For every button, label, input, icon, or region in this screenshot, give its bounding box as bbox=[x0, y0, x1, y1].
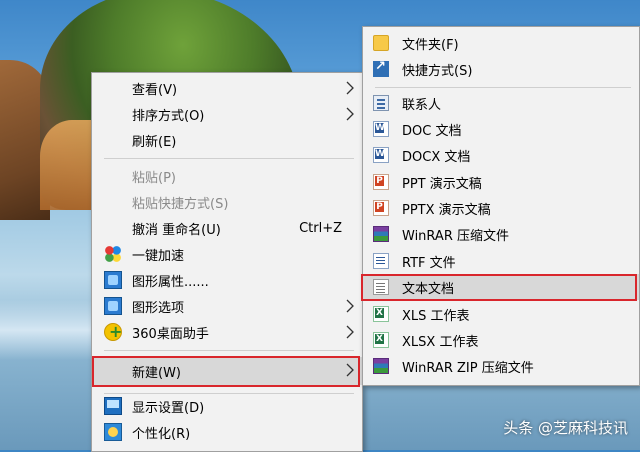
menu-item-graphics-options[interactable]: 图形选项 bbox=[92, 293, 362, 319]
submenu-item-docx[interactable]: DOCX 文档 bbox=[363, 142, 639, 168]
submenu-item-label: RTF 文件 bbox=[402, 255, 456, 271]
submenu-item-xls[interactable]: XLS 工作表 bbox=[363, 301, 639, 327]
menu-item-undo-rename[interactable]: 撤消 重命名(U) Ctrl+Z bbox=[92, 215, 362, 241]
menu-item-personalize[interactable]: 个性化(R) bbox=[92, 419, 362, 445]
excel-icon bbox=[373, 332, 389, 348]
menu-item-sort[interactable]: 排序方式(O) bbox=[92, 101, 362, 127]
chevron-right-icon bbox=[346, 81, 354, 95]
submenu-item-label: 联系人 bbox=[402, 97, 442, 113]
submenu-item-winrar-zip[interactable]: WinRAR ZIP 压缩文件 bbox=[363, 353, 639, 379]
submenu-item-pptx[interactable]: PPTX 演示文稿 bbox=[363, 195, 639, 221]
highlight-box-new bbox=[92, 356, 360, 387]
menu-item-paste[interactable]: 粘贴(P) bbox=[92, 163, 362, 189]
display-icon bbox=[104, 397, 122, 415]
folder-icon bbox=[373, 35, 389, 51]
highlight-box-text-document bbox=[361, 274, 637, 301]
submenu-item-label: PPTX 演示文稿 bbox=[402, 202, 491, 218]
personalize-icon bbox=[104, 423, 122, 441]
submenu-item-folder[interactable]: 文件夹(F) bbox=[363, 30, 639, 56]
menu-item-label: 查看(V) bbox=[132, 82, 178, 98]
submenu-item-label: 文件夹(F) bbox=[402, 37, 459, 53]
shortcut-icon bbox=[373, 59, 389, 77]
submenu-item-shortcut[interactable]: 快捷方式(S) bbox=[363, 56, 639, 82]
submenu-item-label: XLS 工作表 bbox=[402, 308, 470, 324]
contact-icon bbox=[373, 95, 389, 111]
rtf-document-icon bbox=[373, 253, 389, 269]
new-submenu: 文件夹(F) 快捷方式(S) 联系人 DOC 文档 DOCX 文档 PPT 演示… bbox=[361, 26, 640, 386]
chevron-right-icon bbox=[346, 325, 354, 339]
winrar-icon bbox=[373, 226, 389, 242]
menu-item-label: 粘贴(P) bbox=[132, 170, 176, 186]
menu-item-label: 图形属性...... bbox=[132, 274, 209, 290]
menu-item-label: 个性化(R) bbox=[132, 426, 191, 442]
menu-item-one-click-speedup[interactable]: 一键加速 bbox=[92, 241, 362, 267]
menu-item-label: 360桌面助手 bbox=[132, 326, 209, 342]
menu-item-graphics-properties[interactable]: 图形属性...... bbox=[92, 267, 362, 293]
menu-item-display-settings[interactable]: 显示设置(D) bbox=[92, 393, 362, 419]
menu-item-label: 显示设置(D) bbox=[132, 400, 205, 416]
winrar-icon bbox=[373, 358, 389, 374]
powerpoint-icon bbox=[373, 174, 389, 190]
submenu-item-label: WinRAR ZIP 压缩文件 bbox=[402, 360, 534, 376]
menu-item-view[interactable]: 查看(V) bbox=[92, 75, 362, 101]
menu-item-label: 刷新(E) bbox=[132, 134, 177, 150]
word-doc-icon bbox=[373, 147, 389, 163]
desktop-context-menu: 查看(V) 排序方式(O) 刷新(E) 粘贴(P) 粘贴快捷方式(S) 撤消 重… bbox=[91, 72, 363, 452]
360-assistant-icon bbox=[104, 322, 122, 341]
submenu-item-contact[interactable]: 联系人 bbox=[363, 90, 639, 116]
menu-separator bbox=[104, 158, 354, 159]
excel-icon bbox=[373, 306, 389, 322]
submenu-item-label: 快捷方式(S) bbox=[402, 63, 473, 79]
speedup-icon bbox=[104, 245, 122, 263]
menu-item-label: 一键加速 bbox=[132, 248, 185, 264]
powerpoint-icon bbox=[373, 200, 389, 216]
menu-item-label: 排序方式(O) bbox=[132, 108, 205, 124]
chevron-right-icon bbox=[346, 299, 354, 313]
menu-item-360-desktop[interactable]: 360桌面助手 bbox=[92, 319, 362, 345]
menu-item-shortcut: Ctrl+Z bbox=[299, 220, 342, 236]
menu-item-label: 粘贴快捷方式(S) bbox=[132, 196, 229, 212]
submenu-item-label: WinRAR 压缩文件 bbox=[402, 228, 509, 244]
submenu-item-label: DOCX 文档 bbox=[402, 149, 471, 165]
graphics-icon bbox=[104, 271, 122, 289]
submenu-item-label: PPT 演示文稿 bbox=[402, 176, 482, 192]
submenu-item-winrar[interactable]: WinRAR 压缩文件 bbox=[363, 221, 639, 247]
submenu-item-label: XLSX 工作表 bbox=[402, 334, 479, 350]
menu-item-paste-shortcut[interactable]: 粘贴快捷方式(S) bbox=[92, 189, 362, 215]
submenu-item-label: DOC 文档 bbox=[402, 123, 462, 139]
menu-item-label: 撤消 重命名(U) bbox=[132, 222, 221, 238]
watermark: 头条 @芝麻科技讯 bbox=[503, 419, 628, 437]
word-doc-icon bbox=[373, 121, 389, 137]
submenu-separator bbox=[375, 87, 631, 88]
graphics-icon bbox=[104, 297, 122, 315]
menu-item-refresh[interactable]: 刷新(E) bbox=[92, 127, 362, 153]
submenu-item-ppt[interactable]: PPT 演示文稿 bbox=[363, 169, 639, 195]
submenu-item-doc[interactable]: DOC 文档 bbox=[363, 116, 639, 142]
menu-item-label: 图形选项 bbox=[132, 300, 185, 316]
chevron-right-icon bbox=[346, 107, 354, 121]
submenu-item-rtf[interactable]: RTF 文件 bbox=[363, 248, 639, 274]
submenu-item-xlsx[interactable]: XLSX 工作表 bbox=[363, 327, 639, 353]
menu-separator bbox=[104, 350, 354, 351]
